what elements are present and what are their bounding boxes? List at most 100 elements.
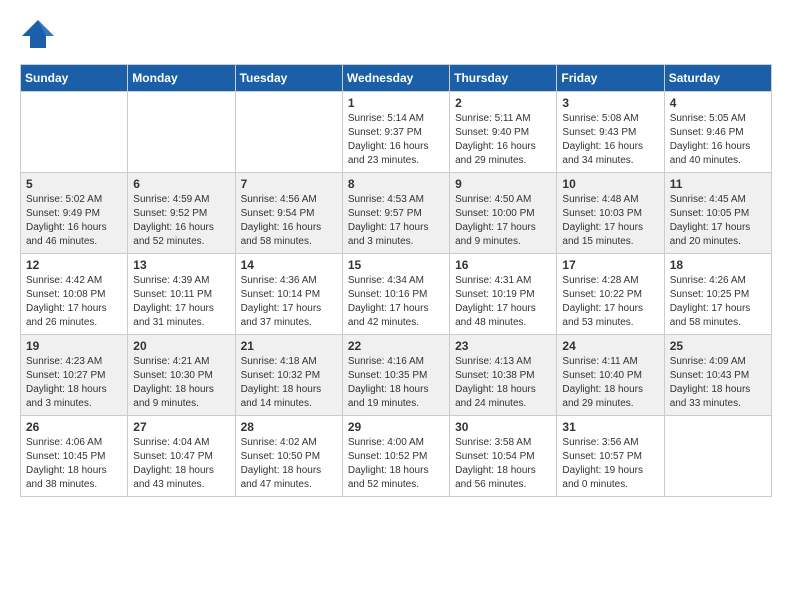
calendar-cell-2-0: 12 Sunrise: 4:42 AM Sunset: 10:08 PM Dayl… (21, 254, 128, 335)
calendar-cell-1-6: 11 Sunrise: 4:45 AM Sunset: 10:05 PM Dayl… (664, 173, 771, 254)
day-info: Sunrise: 4:16 AM Sunset: 10:35 PM Daylig… (348, 355, 444, 411)
day-info: Sunrise: 4:42 AM Sunset: 10:08 PM Daylig… (26, 274, 122, 330)
day-number: 27 (133, 420, 229, 434)
calendar-cell-0-6: 4Sunrise: 5:05 AM Sunset: 9:46 PM Daylig… (664, 92, 771, 173)
day-number: 11 (670, 177, 766, 191)
day-number: 1 (348, 96, 444, 110)
day-number: 9 (455, 177, 551, 191)
day-number: 13 (133, 258, 229, 272)
weekday-header-thursday: Thursday (450, 65, 557, 92)
day-info: Sunrise: 4:36 AM Sunset: 10:14 PM Daylig… (241, 274, 337, 330)
day-info: Sunrise: 4:11 AM Sunset: 10:40 PM Daylig… (562, 355, 658, 411)
day-number: 8 (348, 177, 444, 191)
day-number: 26 (26, 420, 122, 434)
calendar-cell-2-3: 15 Sunrise: 4:34 AM Sunset: 10:16 PM Dayl… (342, 254, 449, 335)
calendar-cell-3-0: 19 Sunrise: 4:23 AM Sunset: 10:27 PM Dayl… (21, 335, 128, 416)
calendar-cell-4-3: 29Sunrise: 4:00 AM Sunset: 10:52 PM Dayl… (342, 416, 449, 497)
calendar-cell-1-3: 8 Sunrise: 4:53 AM Sunset: 9:57 PM Daylig… (342, 173, 449, 254)
calendar-cell-4-4: 30 Sunrise: 3:58 AM Sunset: 10:54 PM Dayl… (450, 416, 557, 497)
day-number: 19 (26, 339, 122, 353)
calendar-cell-0-2 (235, 92, 342, 173)
weekday-header-tuesday: Tuesday (235, 65, 342, 92)
day-number: 23 (455, 339, 551, 353)
calendar-cell-0-5: 3Sunrise: 5:08 AM Sunset: 9:43 PM Daylig… (557, 92, 664, 173)
day-number: 24 (562, 339, 658, 353)
day-info: Sunrise: 5:14 AM Sunset: 9:37 PM Dayligh… (348, 112, 444, 168)
day-number: 22 (348, 339, 444, 353)
calendar-table: SundayMondayTuesdayWednesdayThursdayFrid… (20, 64, 772, 497)
calendar-cell-4-5: 31 Sunrise: 3:56 AM Sunset: 10:57 PM Dayl… (557, 416, 664, 497)
calendar-row-0: 1 Sunrise: 5:14 AM Sunset: 9:37 PM Daylig… (21, 92, 772, 173)
calendar-cell-0-4: 2 Sunrise: 5:11 AM Sunset: 9:40 PM Daylig… (450, 92, 557, 173)
day-info: Sunrise: 4:31 AM Sunset: 10:19 PM Daylig… (455, 274, 551, 330)
day-number: 4 (670, 96, 766, 110)
weekday-header-saturday: Saturday (664, 65, 771, 92)
day-number: 6 (133, 177, 229, 191)
day-info: Sunrise: 4:34 AM Sunset: 10:16 PM Daylig… (348, 274, 444, 330)
calendar-cell-3-5: 24 Sunrise: 4:11 AM Sunset: 10:40 PM Dayl… (557, 335, 664, 416)
day-number: 31 (562, 420, 658, 434)
calendar-cell-1-0: 5 Sunrise: 5:02 AM Sunset: 9:49 PM Daylig… (21, 173, 128, 254)
day-info: Sunrise: 4:09 AM Sunset: 10:43 PM Daylig… (670, 355, 766, 411)
day-info: Sunrise: 4:53 AM Sunset: 9:57 PM Dayligh… (348, 193, 444, 249)
header (20, 16, 772, 52)
weekday-header-friday: Friday (557, 65, 664, 92)
day-info: Sunrise: 3:58 AM Sunset: 10:54 PM Daylig… (455, 436, 551, 492)
day-number: 10 (562, 177, 658, 191)
weekday-header-sunday: Sunday (21, 65, 128, 92)
calendar-cell-4-0: 26Sunrise: 4:06 AM Sunset: 10:45 PM Dayl… (21, 416, 128, 497)
logo-icon (20, 16, 56, 52)
day-number: 30 (455, 420, 551, 434)
day-info: Sunrise: 5:02 AM Sunset: 9:49 PM Dayligh… (26, 193, 122, 249)
day-info: Sunrise: 3:56 AM Sunset: 10:57 PM Daylig… (562, 436, 658, 492)
day-number: 28 (241, 420, 337, 434)
day-number: 12 (26, 258, 122, 272)
day-info: Sunrise: 4:23 AM Sunset: 10:27 PM Daylig… (26, 355, 122, 411)
day-number: 14 (241, 258, 337, 272)
day-info: Sunrise: 4:13 AM Sunset: 10:38 PM Daylig… (455, 355, 551, 411)
day-info: Sunrise: 4:21 AM Sunset: 10:30 PM Daylig… (133, 355, 229, 411)
calendar-cell-2-5: 17 Sunrise: 4:28 AM Sunset: 10:22 PM Dayl… (557, 254, 664, 335)
calendar-cell-4-6 (664, 416, 771, 497)
calendar-cell-0-1 (128, 92, 235, 173)
calendar-header-row: SundayMondayTuesdayWednesdayThursdayFrid… (21, 65, 772, 92)
day-number: 17 (562, 258, 658, 272)
day-number: 21 (241, 339, 337, 353)
day-info: Sunrise: 4:00 AM Sunset: 10:52 PM Daylig… (348, 436, 444, 492)
day-number: 25 (670, 339, 766, 353)
day-info: Sunrise: 4:18 AM Sunset: 10:32 PM Daylig… (241, 355, 337, 411)
day-info: Sunrise: 4:39 AM Sunset: 10:11 PM Daylig… (133, 274, 229, 330)
weekday-header-wednesday: Wednesday (342, 65, 449, 92)
page: SundayMondayTuesdayWednesdayThursdayFrid… (0, 0, 792, 513)
day-info: Sunrise: 4:28 AM Sunset: 10:22 PM Daylig… (562, 274, 658, 330)
day-number: 2 (455, 96, 551, 110)
calendar-row-4: 26Sunrise: 4:06 AM Sunset: 10:45 PM Dayl… (21, 416, 772, 497)
calendar-cell-1-1: 6 Sunrise: 4:59 AM Sunset: 9:52 PM Daylig… (128, 173, 235, 254)
logo (20, 16, 56, 52)
calendar-cell-2-1: 13 Sunrise: 4:39 AM Sunset: 10:11 PM Dayl… (128, 254, 235, 335)
calendar-cell-3-2: 21 Sunrise: 4:18 AM Sunset: 10:32 PM Dayl… (235, 335, 342, 416)
calendar-cell-4-2: 28Sunrise: 4:02 AM Sunset: 10:50 PM Dayl… (235, 416, 342, 497)
calendar-row-3: 19 Sunrise: 4:23 AM Sunset: 10:27 PM Dayl… (21, 335, 772, 416)
day-number: 15 (348, 258, 444, 272)
day-info: Sunrise: 4:26 AM Sunset: 10:25 PM Daylig… (670, 274, 766, 330)
calendar-cell-2-6: 18 Sunrise: 4:26 AM Sunset: 10:25 PM Dayl… (664, 254, 771, 335)
day-info: Sunrise: 4:56 AM Sunset: 9:54 PM Dayligh… (241, 193, 337, 249)
day-number: 7 (241, 177, 337, 191)
day-info: Sunrise: 5:11 AM Sunset: 9:40 PM Dayligh… (455, 112, 551, 168)
day-info: Sunrise: 4:59 AM Sunset: 9:52 PM Dayligh… (133, 193, 229, 249)
day-info: Sunrise: 4:50 AM Sunset: 10:00 PM Daylig… (455, 193, 551, 249)
day-number: 20 (133, 339, 229, 353)
weekday-header-monday: Monday (128, 65, 235, 92)
calendar-cell-1-5: 10 Sunrise: 4:48 AM Sunset: 10:03 PM Dayl… (557, 173, 664, 254)
calendar-cell-0-0 (21, 92, 128, 173)
calendar-cell-3-4: 23 Sunrise: 4:13 AM Sunset: 10:38 PM Dayl… (450, 335, 557, 416)
day-number: 5 (26, 177, 122, 191)
day-info: Sunrise: 4:45 AM Sunset: 10:05 PM Daylig… (670, 193, 766, 249)
calendar-cell-4-1: 27Sunrise: 4:04 AM Sunset: 10:47 PM Dayl… (128, 416, 235, 497)
calendar-cell-2-4: 16Sunrise: 4:31 AM Sunset: 10:19 PM Dayl… (450, 254, 557, 335)
day-number: 18 (670, 258, 766, 272)
day-info: Sunrise: 4:48 AM Sunset: 10:03 PM Daylig… (562, 193, 658, 249)
calendar-cell-1-4: 9 Sunrise: 4:50 AM Sunset: 10:00 PM Dayli… (450, 173, 557, 254)
calendar-cell-3-3: 22 Sunrise: 4:16 AM Sunset: 10:35 PM Dayl… (342, 335, 449, 416)
